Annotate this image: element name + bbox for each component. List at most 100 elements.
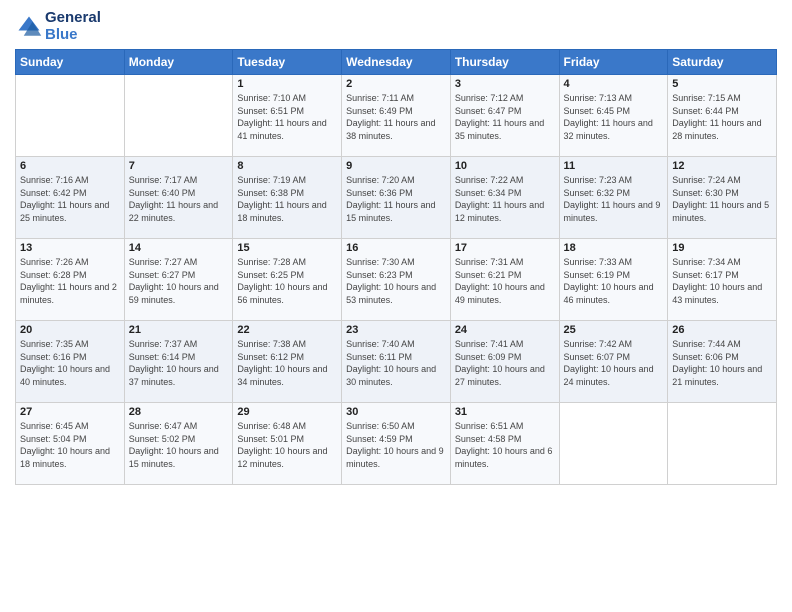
- calendar-cell-w1-d2: 8 Sunrise: 7:19 AMSunset: 6:38 PMDaylight…: [233, 157, 342, 239]
- calendar-cell-w4-d6: [668, 403, 777, 485]
- sunrise-text: Sunrise: 7:38 AM: [237, 338, 337, 351]
- sunset-text: Sunset: 6:12 PM: [237, 351, 337, 364]
- daylight-text: Daylight: 11 hours and 9 minutes.: [564, 199, 664, 224]
- day-info: Sunrise: 7:42 AMSunset: 6:07 PMDaylight:…: [564, 338, 664, 388]
- daylight-text: Daylight: 10 hours and 24 minutes.: [564, 363, 664, 388]
- day-number: 18: [564, 242, 664, 254]
- sunset-text: Sunset: 6:44 PM: [672, 105, 772, 118]
- logo-icon: [15, 13, 43, 41]
- calendar-cell-w0-d0: [16, 75, 125, 157]
- calendar-cell-w4-d5: [559, 403, 668, 485]
- calendar-cell-w1-d4: 10 Sunrise: 7:22 AMSunset: 6:34 PMDayligh…: [450, 157, 559, 239]
- day-number: 13: [20, 242, 120, 254]
- calendar-cell-w3-d3: 23 Sunrise: 7:40 AMSunset: 6:11 PMDayligh…: [342, 321, 451, 403]
- calendar-cell-w0-d5: 4Sunrise: 7:13 AMSunset: 6:45 PMDaylight…: [559, 75, 668, 157]
- calendar-cell-w3-d0: 20 Sunrise: 7:35 AMSunset: 6:16 PMDayligh…: [16, 321, 125, 403]
- sunset-text: Sunset: 6:11 PM: [346, 351, 446, 364]
- calendar-cell-w3-d5: 25Sunrise: 7:42 AMSunset: 6:07 PMDayligh…: [559, 321, 668, 403]
- daylight-text: Daylight: 10 hours and 30 minutes.: [346, 363, 446, 388]
- daylight-text: Daylight: 10 hours and 53 minutes.: [346, 281, 446, 306]
- sunrise-text: Sunrise: 7:13 AM: [564, 92, 664, 105]
- calendar-cell-w0-d1: [124, 75, 233, 157]
- day-info: Sunrise: 7:34 AMSunset: 6:17 PMDaylight:…: [672, 256, 772, 306]
- day-number: 12: [672, 160, 772, 172]
- day-number: 11: [564, 160, 664, 172]
- daylight-text: Daylight: 11 hours and 18 minutes.: [237, 199, 337, 224]
- day-info: Sunrise: 7:35 AMSunset: 6:16 PMDaylight:…: [20, 338, 120, 388]
- day-number: 9: [346, 160, 446, 172]
- day-number: 16: [346, 242, 446, 254]
- daylight-text: Daylight: 11 hours and 35 minutes.: [455, 117, 555, 142]
- day-info: Sunrise: 7:12 AMSunset: 6:47 PMDaylight:…: [455, 92, 555, 142]
- day-number: 22: [237, 324, 337, 336]
- sunset-text: Sunset: 6:28 PM: [20, 269, 120, 282]
- day-info: Sunrise: 6:48 AMSunset: 5:01 PMDaylight:…: [237, 420, 337, 470]
- calendar-cell-w3-d6: 26Sunrise: 7:44 AMSunset: 6:06 PMDayligh…: [668, 321, 777, 403]
- day-info: Sunrise: 7:19 AMSunset: 6:38 PMDaylight:…: [237, 174, 337, 224]
- daylight-text: Daylight: 10 hours and 43 minutes.: [672, 281, 772, 306]
- sunset-text: Sunset: 6:42 PM: [20, 187, 120, 200]
- daylight-text: Daylight: 11 hours and 2 minutes.: [20, 281, 120, 306]
- daylight-text: Daylight: 11 hours and 5 minutes.: [672, 199, 772, 224]
- daylight-text: Daylight: 11 hours and 15 minutes.: [346, 199, 446, 224]
- daylight-text: Daylight: 11 hours and 32 minutes.: [564, 117, 664, 142]
- calendar-cell-w0-d2: 1Sunrise: 7:10 AMSunset: 6:51 PMDaylight…: [233, 75, 342, 157]
- sunrise-text: Sunrise: 7:22 AM: [455, 174, 555, 187]
- sunset-text: Sunset: 5:01 PM: [237, 433, 337, 446]
- calendar-table: SundayMondayTuesdayWednesdayThursdayFrid…: [15, 49, 777, 485]
- sunrise-text: Sunrise: 7:11 AM: [346, 92, 446, 105]
- calendar-cell-w2-d5: 18Sunrise: 7:33 AMSunset: 6:19 PMDayligh…: [559, 239, 668, 321]
- sunset-text: Sunset: 6:21 PM: [455, 269, 555, 282]
- sunset-text: Sunset: 6:34 PM: [455, 187, 555, 200]
- sunrise-text: Sunrise: 7:27 AM: [129, 256, 229, 269]
- sunset-text: Sunset: 4:59 PM: [346, 433, 446, 446]
- sunset-text: Sunset: 6:07 PM: [564, 351, 664, 364]
- calendar-cell-w4-d1: 28Sunrise: 6:47 AMSunset: 5:02 PMDayligh…: [124, 403, 233, 485]
- day-info: Sunrise: 7:15 AMSunset: 6:44 PMDaylight:…: [672, 92, 772, 142]
- sunset-text: Sunset: 6:19 PM: [564, 269, 664, 282]
- calendar-cell-w2-d4: 17Sunrise: 7:31 AMSunset: 6:21 PMDayligh…: [450, 239, 559, 321]
- calendar-cell-w4-d3: 30Sunrise: 6:50 AMSunset: 4:59 PMDayligh…: [342, 403, 451, 485]
- day-info: Sunrise: 7:23 AMSunset: 6:32 PMDaylight:…: [564, 174, 664, 224]
- calendar-cell-w3-d1: 21Sunrise: 7:37 AMSunset: 6:14 PMDayligh…: [124, 321, 233, 403]
- day-number: 5: [672, 78, 772, 90]
- day-number: 4: [564, 78, 664, 90]
- daylight-text: Daylight: 10 hours and 12 minutes.: [237, 445, 337, 470]
- sunset-text: Sunset: 6:17 PM: [672, 269, 772, 282]
- day-number: 17: [455, 242, 555, 254]
- day-number: 27: [20, 406, 120, 418]
- weekday-header-tuesday: Tuesday: [233, 50, 342, 75]
- sunrise-text: Sunrise: 7:42 AM: [564, 338, 664, 351]
- calendar-cell-w2-d0: 13 Sunrise: 7:26 AMSunset: 6:28 PMDayligh…: [16, 239, 125, 321]
- daylight-text: Daylight: 11 hours and 12 minutes.: [455, 199, 555, 224]
- sunset-text: Sunset: 6:51 PM: [237, 105, 337, 118]
- day-info: Sunrise: 7:27 AMSunset: 6:27 PMDaylight:…: [129, 256, 229, 306]
- day-number: 20: [20, 324, 120, 336]
- daylight-text: Daylight: 10 hours and 37 minutes.: [129, 363, 229, 388]
- day-number: 23: [346, 324, 446, 336]
- day-info: Sunrise: 7:20 AMSunset: 6:36 PMDaylight:…: [346, 174, 446, 224]
- daylight-text: Daylight: 10 hours and 18 minutes.: [20, 445, 120, 470]
- daylight-text: Daylight: 10 hours and 49 minutes.: [455, 281, 555, 306]
- sunset-text: Sunset: 6:09 PM: [455, 351, 555, 364]
- header: GeneralBlue: [15, 10, 777, 43]
- sunrise-text: Sunrise: 7:44 AM: [672, 338, 772, 351]
- calendar-cell-w1-d6: 12Sunrise: 7:24 AMSunset: 6:30 PMDayligh…: [668, 157, 777, 239]
- sunset-text: Sunset: 6:14 PM: [129, 351, 229, 364]
- day-number: 8: [237, 160, 337, 172]
- daylight-text: Daylight: 10 hours and 46 minutes.: [564, 281, 664, 306]
- calendar-cell-w1-d3: 9 Sunrise: 7:20 AMSunset: 6:36 PMDaylight…: [342, 157, 451, 239]
- day-number: 10: [455, 160, 555, 172]
- day-number: 26: [672, 324, 772, 336]
- day-info: Sunrise: 7:22 AMSunset: 6:34 PMDaylight:…: [455, 174, 555, 224]
- sunset-text: Sunset: 6:47 PM: [455, 105, 555, 118]
- daylight-text: Daylight: 11 hours and 38 minutes.: [346, 117, 446, 142]
- weekday-header-monday: Monday: [124, 50, 233, 75]
- sunrise-text: Sunrise: 7:20 AM: [346, 174, 446, 187]
- sunrise-text: Sunrise: 7:37 AM: [129, 338, 229, 351]
- day-number: 3: [455, 78, 555, 90]
- day-info: Sunrise: 7:26 AMSunset: 6:28 PMDaylight:…: [20, 256, 120, 306]
- sunrise-text: Sunrise: 7:40 AM: [346, 338, 446, 351]
- daylight-text: Daylight: 10 hours and 15 minutes.: [129, 445, 229, 470]
- daylight-text: Daylight: 10 hours and 59 minutes.: [129, 281, 229, 306]
